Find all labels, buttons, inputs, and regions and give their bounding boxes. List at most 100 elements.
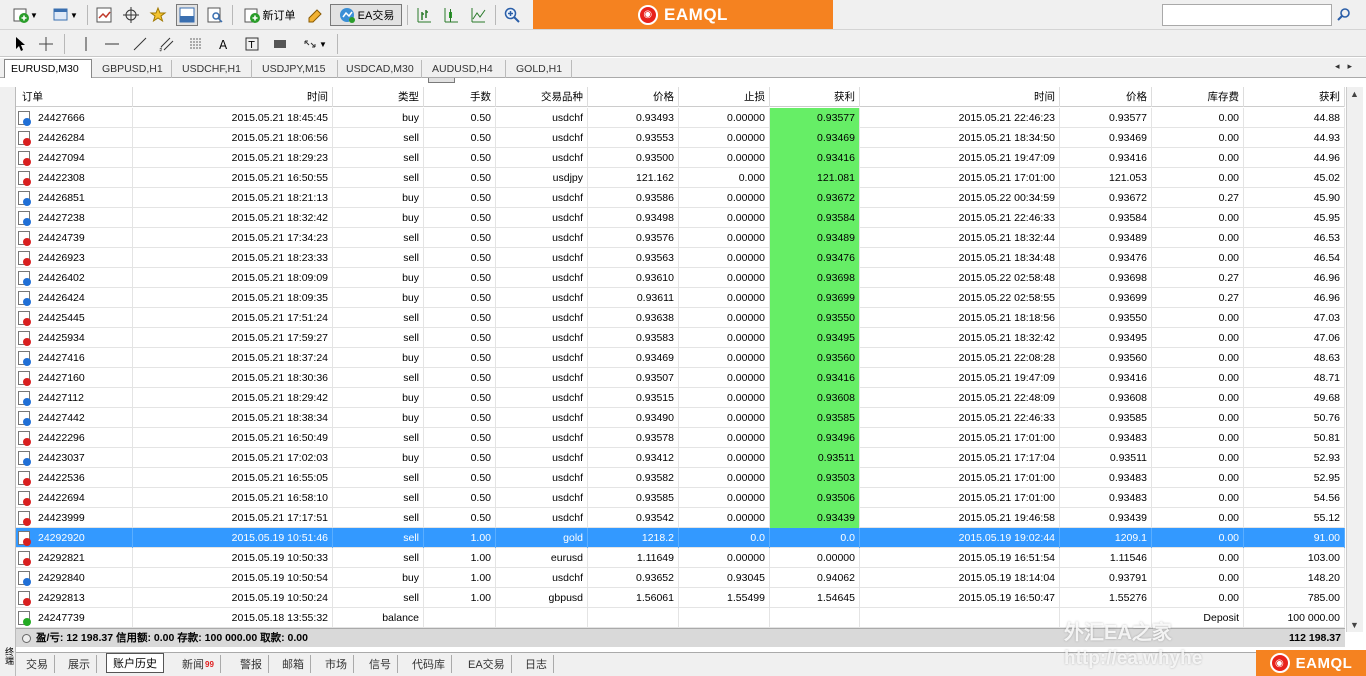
- table-row[interactable]: 24422296 2015.05.21 16:50:49 sell 0.50 usdch…: [16, 428, 1345, 448]
- terminal-side-handle[interactable]: 终端: [0, 87, 16, 676]
- tab-mailbox[interactable]: 邮箱: [276, 655, 311, 673]
- scroll-up-icon[interactable]: ▲: [1350, 89, 1359, 99]
- column-header-close-time[interactable]: 时间: [860, 87, 1060, 107]
- search-button[interactable]: [1333, 4, 1355, 26]
- table-row[interactable]: 24422308 2015.05.21 16:50:55 sell 0.50 usdjp…: [16, 168, 1345, 188]
- chart-tab[interactable]: GBPUSD,H1: [96, 60, 172, 78]
- cell-swap: 0.00: [1152, 168, 1244, 188]
- tab-code-base[interactable]: 代码库: [406, 655, 452, 673]
- tab-signals[interactable]: 信号: [363, 655, 398, 673]
- arrows-tool[interactable]: ▼: [297, 33, 331, 55]
- fibonacci-tool[interactable]: [186, 33, 206, 55]
- chart-tab[interactable]: AUDUSD,H4: [426, 60, 506, 78]
- column-header-take-profit[interactable]: 获利: [770, 87, 860, 107]
- table-row[interactable]: 24422536 2015.05.21 16:55:05 sell 0.50 usdch…: [16, 468, 1345, 488]
- cell-symbol: usdchf: [496, 428, 588, 448]
- tab-alerts[interactable]: 警报: [234, 655, 269, 673]
- table-row[interactable]: 24425445 2015.05.21 17:51:24 sell 0.50 usdch…: [16, 308, 1345, 328]
- search-input[interactable]: [1162, 4, 1332, 26]
- new-order-button[interactable]: 新订单: [238, 4, 300, 26]
- market-watch-button[interactable]: [93, 4, 115, 26]
- table-row[interactable]: 24423999 2015.05.21 17:17:51 sell 0.50 usdch…: [16, 508, 1345, 528]
- table-row[interactable]: 24426284 2015.05.21 18:06:56 sell 0.50 usdch…: [16, 128, 1345, 148]
- svg-text:A: A: [219, 38, 228, 52]
- cell-symbol: usdchf: [496, 408, 588, 428]
- table-row[interactable]: 24425934 2015.05.21 17:59:27 sell 0.50 usdch…: [16, 328, 1345, 348]
- cell-close-time: 2015.05.21 18:34:50: [860, 128, 1060, 148]
- column-header-open-time[interactable]: 时间: [133, 87, 333, 107]
- terminal-button[interactable]: [176, 4, 198, 26]
- table-row[interactable]: 24427416 2015.05.21 18:37:24 buy 0.50 usdchf…: [16, 348, 1345, 368]
- eamql-logo: ◉ EAMQL: [638, 4, 728, 25]
- table-row[interactable]: 24426923 2015.05.21 18:23:33 sell 0.50 usdch…: [16, 248, 1345, 268]
- table-row[interactable]: 24427160 2015.05.21 18:30:36 sell 0.50 usdch…: [16, 368, 1345, 388]
- tab-experts[interactable]: EA交易: [462, 655, 512, 673]
- column-header-swap[interactable]: 库存费: [1152, 87, 1244, 107]
- table-row[interactable]: 24292920 2015.05.19 10:51:46 sell 1.00 gold 1…: [16, 528, 1345, 548]
- scroll-down-icon[interactable]: ▼: [1350, 620, 1359, 630]
- vertical-line-tool[interactable]: [76, 33, 96, 55]
- table-row[interactable]: 24427666 2015.05.21 18:45:45 buy 0.50 usdchf…: [16, 108, 1345, 128]
- column-header-symbol[interactable]: 交易品种: [496, 87, 588, 107]
- profiles-button[interactable]: ▼: [48, 4, 82, 26]
- column-header-lots[interactable]: 手数: [424, 87, 496, 107]
- table-row[interactable]: 24427238 2015.05.21 18:32:42 buy 0.50 usdchf…: [16, 208, 1345, 228]
- data-window-button[interactable]: [120, 4, 142, 26]
- cell-lots: 0.50: [424, 128, 496, 148]
- candle-chart-button[interactable]: [440, 4, 462, 26]
- column-header-close-price[interactable]: 价格: [1060, 87, 1152, 107]
- horizontal-line-tool[interactable]: [102, 33, 122, 55]
- trendline-tool[interactable]: [130, 33, 150, 55]
- strategy-tester-button[interactable]: [204, 4, 226, 26]
- new-chart-button[interactable]: ▼: [8, 4, 42, 26]
- zoom-in-button[interactable]: [501, 4, 523, 26]
- chart-tab[interactable]: USDCHF,H1: [176, 60, 252, 78]
- cell-take-profit: 0.93699: [770, 288, 860, 308]
- eamql-banner[interactable]: ◉ EAMQL: [533, 0, 833, 29]
- table-row[interactable]: 24426424 2015.05.21 18:09:35 buy 0.50 usdchf…: [16, 288, 1345, 308]
- line-chart-button[interactable]: [467, 4, 489, 26]
- cell-order: 24427442: [16, 408, 133, 428]
- tab-trade[interactable]: 交易: [20, 655, 55, 673]
- bar-chart-button[interactable]: [413, 4, 435, 26]
- table-row[interactable]: 24427442 2015.05.21 18:38:34 buy 0.50 usdchf…: [16, 408, 1345, 428]
- navigator-button[interactable]: [147, 4, 169, 26]
- column-header-price[interactable]: 价格: [588, 87, 679, 107]
- table-row[interactable]: 24423037 2015.05.21 17:02:03 buy 0.50 usdchf…: [16, 448, 1345, 468]
- cursor-tool[interactable]: [10, 33, 30, 55]
- cell-order: 24422296: [16, 428, 133, 448]
- tab-exposure[interactable]: 展示: [62, 655, 97, 673]
- channel-tool[interactable]: ♯: [157, 33, 177, 55]
- text-label-tool[interactable]: T: [242, 33, 262, 55]
- column-header-type[interactable]: 类型: [333, 87, 424, 107]
- column-header-stop-loss[interactable]: 止损: [679, 87, 770, 107]
- table-row[interactable]: 24426851 2015.05.21 18:21:13 buy 0.50 usdchf…: [16, 188, 1345, 208]
- table-row[interactable]: 24292813 2015.05.19 10:50:24 sell 1.00 gbpus…: [16, 588, 1345, 608]
- vertical-scrollbar[interactable]: ▲ ▼: [1346, 87, 1363, 632]
- table-row[interactable]: 24427094 2015.05.21 18:29:23 sell 0.50 usdch…: [16, 148, 1345, 168]
- table-row[interactable]: 24424739 2015.05.21 17:34:23 sell 0.50 usdch…: [16, 228, 1345, 248]
- tab-market[interactable]: 市场: [319, 655, 354, 673]
- table-row[interactable]: 24427112 2015.05.21 18:29:42 buy 0.50 usdchf…: [16, 388, 1345, 408]
- ea-trade-button[interactable]: EA交易: [330, 4, 402, 26]
- tab-scroll-arrows[interactable]: ◂▸: [1335, 61, 1360, 72]
- table-row[interactable]: 24292821 2015.05.19 10:50:33 sell 1.00 eurus…: [16, 548, 1345, 568]
- table-row[interactable]: 24292840 2015.05.19 10:50:54 buy 1.00 usdchf…: [16, 568, 1345, 588]
- tab-account-history[interactable]: 账户历史: [106, 653, 164, 673]
- column-header-profit[interactable]: 获利: [1244, 87, 1345, 107]
- column-header-order[interactable]: 订单: [16, 87, 133, 107]
- rectangle-tool[interactable]: [270, 33, 290, 55]
- table-row[interactable]: 24422694 2015.05.21 16:58:10 sell 0.50 usdch…: [16, 488, 1345, 508]
- tab-journal[interactable]: 日志: [519, 655, 554, 673]
- table-row[interactable]: 24426402 2015.05.21 18:09:09 buy 0.50 usdchf…: [16, 268, 1345, 288]
- chart-tab[interactable]: GOLD,H1: [510, 60, 572, 78]
- text-tool[interactable]: A: [214, 33, 234, 55]
- cell-price: 0.93563: [588, 248, 679, 268]
- chart-tab[interactable]: USDJPY,M15: [256, 60, 338, 78]
- chart-tab[interactable]: EURUSD,M30: [4, 59, 92, 78]
- metaeditor-button[interactable]: [304, 4, 326, 26]
- tab-news[interactable]: 新闻 99: [176, 655, 221, 673]
- crosshair-tool[interactable]: [36, 33, 56, 55]
- chart-tab[interactable]: USDCAD,M30: [340, 60, 422, 78]
- cell-profit: 45.95: [1244, 208, 1345, 228]
